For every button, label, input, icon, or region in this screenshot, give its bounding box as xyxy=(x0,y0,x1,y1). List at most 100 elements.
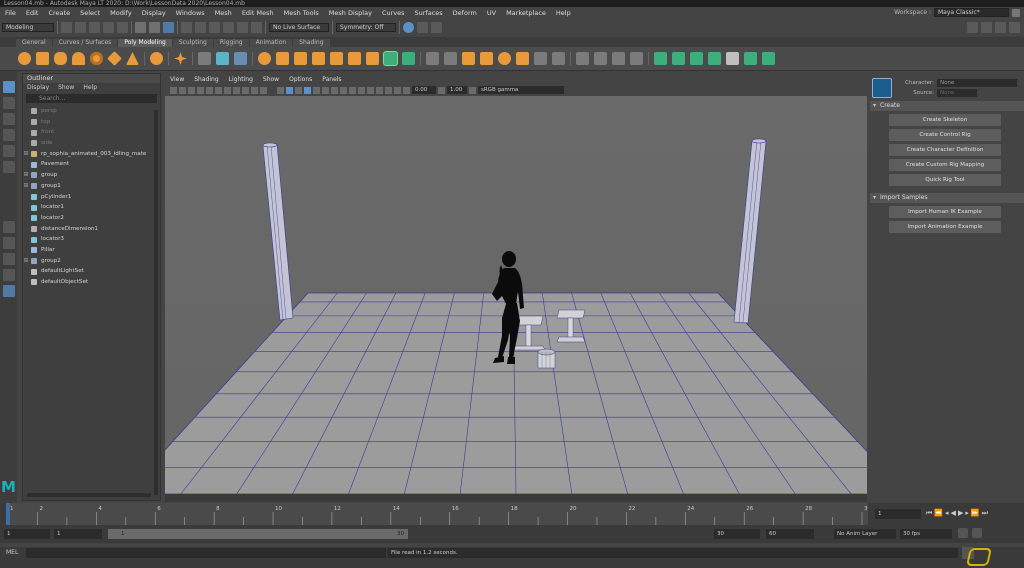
poly-cube-icon[interactable] xyxy=(36,52,49,65)
step-back-frame-icon[interactable]: ◂ xyxy=(945,509,949,518)
uv-sew-icon[interactable] xyxy=(762,52,775,65)
shelf-tab-poly-modeling[interactable]: Poly Modeling xyxy=(118,39,172,47)
insert-edge-loop-icon[interactable] xyxy=(552,52,565,65)
lasso-tool-icon[interactable] xyxy=(2,97,15,109)
menu-marketplace[interactable]: Marketplace xyxy=(501,9,551,17)
tool-settings-icon[interactable] xyxy=(995,22,1006,33)
extrude-icon[interactable] xyxy=(480,52,493,65)
camera-attributes-icon[interactable] xyxy=(179,86,186,94)
uv-spherical-icon[interactable] xyxy=(690,52,703,65)
resolution-gate-icon[interactable] xyxy=(224,86,231,94)
default-material-icon[interactable] xyxy=(295,86,302,94)
poly-sphere-icon[interactable] xyxy=(18,52,31,65)
wireframe-on-shaded-icon[interactable] xyxy=(304,86,311,94)
collapse-icon[interactable] xyxy=(612,52,625,65)
boolean-union-icon[interactable] xyxy=(312,52,325,65)
uv-planar-icon[interactable] xyxy=(654,52,667,65)
outliner-item[interactable]: Pavement xyxy=(23,159,160,170)
outliner-item[interactable]: defaultObjectSet xyxy=(23,277,160,288)
step-back-key-icon[interactable]: ⏪ xyxy=(934,509,943,518)
render-icon[interactable] xyxy=(403,22,414,33)
create-custom-rig-mapping-button[interactable]: Create Custom Rig Mapping xyxy=(889,159,1001,171)
viewport-menu-show[interactable]: Show xyxy=(263,75,279,84)
target-weld-icon[interactable] xyxy=(444,52,457,65)
rotate-tool-icon[interactable] xyxy=(2,145,15,157)
mirror-icon[interactable] xyxy=(366,52,379,65)
modeling-toolkit-icon[interactable] xyxy=(967,22,978,33)
command-input[interactable] xyxy=(26,548,386,558)
snap-curve-icon[interactable] xyxy=(195,22,206,33)
expand-icon[interactable]: ⊞ xyxy=(23,170,29,181)
poly-cone-icon[interactable] xyxy=(72,52,85,65)
viewport-menu-options[interactable]: Options xyxy=(289,75,312,84)
bevel-icon[interactable] xyxy=(498,52,511,65)
gate-mask-icon[interactable] xyxy=(233,86,240,94)
poly-plane-icon[interactable] xyxy=(107,51,122,66)
play-backward-icon[interactable]: ◀ xyxy=(951,509,956,518)
menu-display[interactable]: Display xyxy=(137,9,171,17)
menu-uv[interactable]: UV xyxy=(482,9,501,17)
layout-four-icon[interactable] xyxy=(2,237,15,249)
go-to-end-icon[interactable]: ⏭ xyxy=(982,509,988,518)
checker-icon[interactable] xyxy=(726,52,739,65)
gamma-icon[interactable] xyxy=(438,86,445,94)
outliner-item[interactable]: ⊞ group2 xyxy=(23,256,160,267)
uv-cut-icon[interactable] xyxy=(744,52,757,65)
menu-mesh-display[interactable]: Mesh Display xyxy=(324,9,377,17)
fps-dropdown[interactable]: 30 fps xyxy=(900,529,952,539)
super-shape-icon[interactable] xyxy=(174,52,187,65)
viewport-menu-shading[interactable]: Shading xyxy=(194,75,218,84)
script-language-label[interactable]: MEL xyxy=(6,549,18,556)
merge-icon[interactable] xyxy=(630,52,643,65)
pause-render-icon[interactable] xyxy=(417,22,428,33)
menu-set-dropdown[interactable]: Modeling xyxy=(2,23,54,32)
uv-automatic-icon[interactable] xyxy=(708,52,721,65)
menu-surfaces[interactable]: Surfaces xyxy=(410,9,448,17)
select-component-icon[interactable] xyxy=(163,22,174,33)
outliner-item[interactable]: ⊞ group xyxy=(23,170,160,181)
outliner-item[interactable]: Pillar xyxy=(23,245,160,256)
outliner-item[interactable]: defaultLightSet xyxy=(23,266,160,277)
snap-grid-icon[interactable] xyxy=(181,22,192,33)
shelf-tab-general[interactable]: General xyxy=(16,39,52,47)
outliner-item[interactable]: locator2 xyxy=(23,213,160,224)
render-settings-icon[interactable] xyxy=(431,22,442,33)
menu-select[interactable]: Select xyxy=(75,9,105,17)
camera-select-icon[interactable] xyxy=(170,86,177,94)
menu-curves[interactable]: Curves xyxy=(377,9,410,17)
perspective-viewport[interactable] xyxy=(165,96,867,494)
outliner-menu-display[interactable]: Display xyxy=(27,83,49,92)
shelf-tab-rigging[interactable]: Rigging xyxy=(213,39,249,47)
save-scene-icon[interactable] xyxy=(89,22,100,33)
playback-end-field[interactable]: 30 xyxy=(714,529,760,539)
outliner-scrollbar[interactable] xyxy=(154,110,158,495)
source-dropdown[interactable]: None xyxy=(937,89,977,97)
outliner-menu-help[interactable]: Help xyxy=(83,83,97,92)
shelf-tab-sculpting[interactable]: Sculpting xyxy=(172,39,213,47)
field-chart-icon[interactable] xyxy=(242,86,249,94)
menu-file[interactable]: File xyxy=(0,9,21,17)
create-character-definition-button[interactable]: Create Character Definition xyxy=(889,144,1001,156)
layout-two-icon[interactable] xyxy=(2,253,15,265)
anim-preferences-icon[interactable] xyxy=(972,528,982,538)
shelf-tab-shading[interactable]: Shading xyxy=(293,39,330,47)
sweep-mesh-icon[interactable] xyxy=(198,52,211,65)
poly-platonic-icon[interactable] xyxy=(150,52,163,65)
character-dropdown[interactable]: None xyxy=(937,79,1017,87)
time-slider-track[interactable]: 124681012141618202224262830 xyxy=(6,503,871,525)
attribute-editor-icon[interactable] xyxy=(981,22,992,33)
open-scene-icon[interactable] xyxy=(75,22,86,33)
fill-hole-icon[interactable] xyxy=(516,52,529,65)
expand-icon[interactable]: ⊞ xyxy=(23,149,29,160)
view-transform-dropdown[interactable]: sRGB gamma xyxy=(478,86,564,94)
exposure-field[interactable]: 0.00 xyxy=(412,86,436,94)
smooth-shade-icon[interactable] xyxy=(286,86,293,94)
play-forward-icon[interactable]: ▶ xyxy=(958,509,963,518)
quick-rig-tool-button[interactable]: Quick Rig Tool xyxy=(889,174,1001,186)
snap-surface-icon[interactable] xyxy=(237,22,248,33)
menu-edit-mesh[interactable]: Edit Mesh xyxy=(237,9,279,17)
menu-mesh[interactable]: Mesh xyxy=(210,9,237,17)
range-bar[interactable]: 1 30 xyxy=(108,529,408,539)
symmetry-dropdown[interactable]: Symmetry: Off xyxy=(336,23,396,32)
menu-windows[interactable]: Windows xyxy=(171,9,210,17)
